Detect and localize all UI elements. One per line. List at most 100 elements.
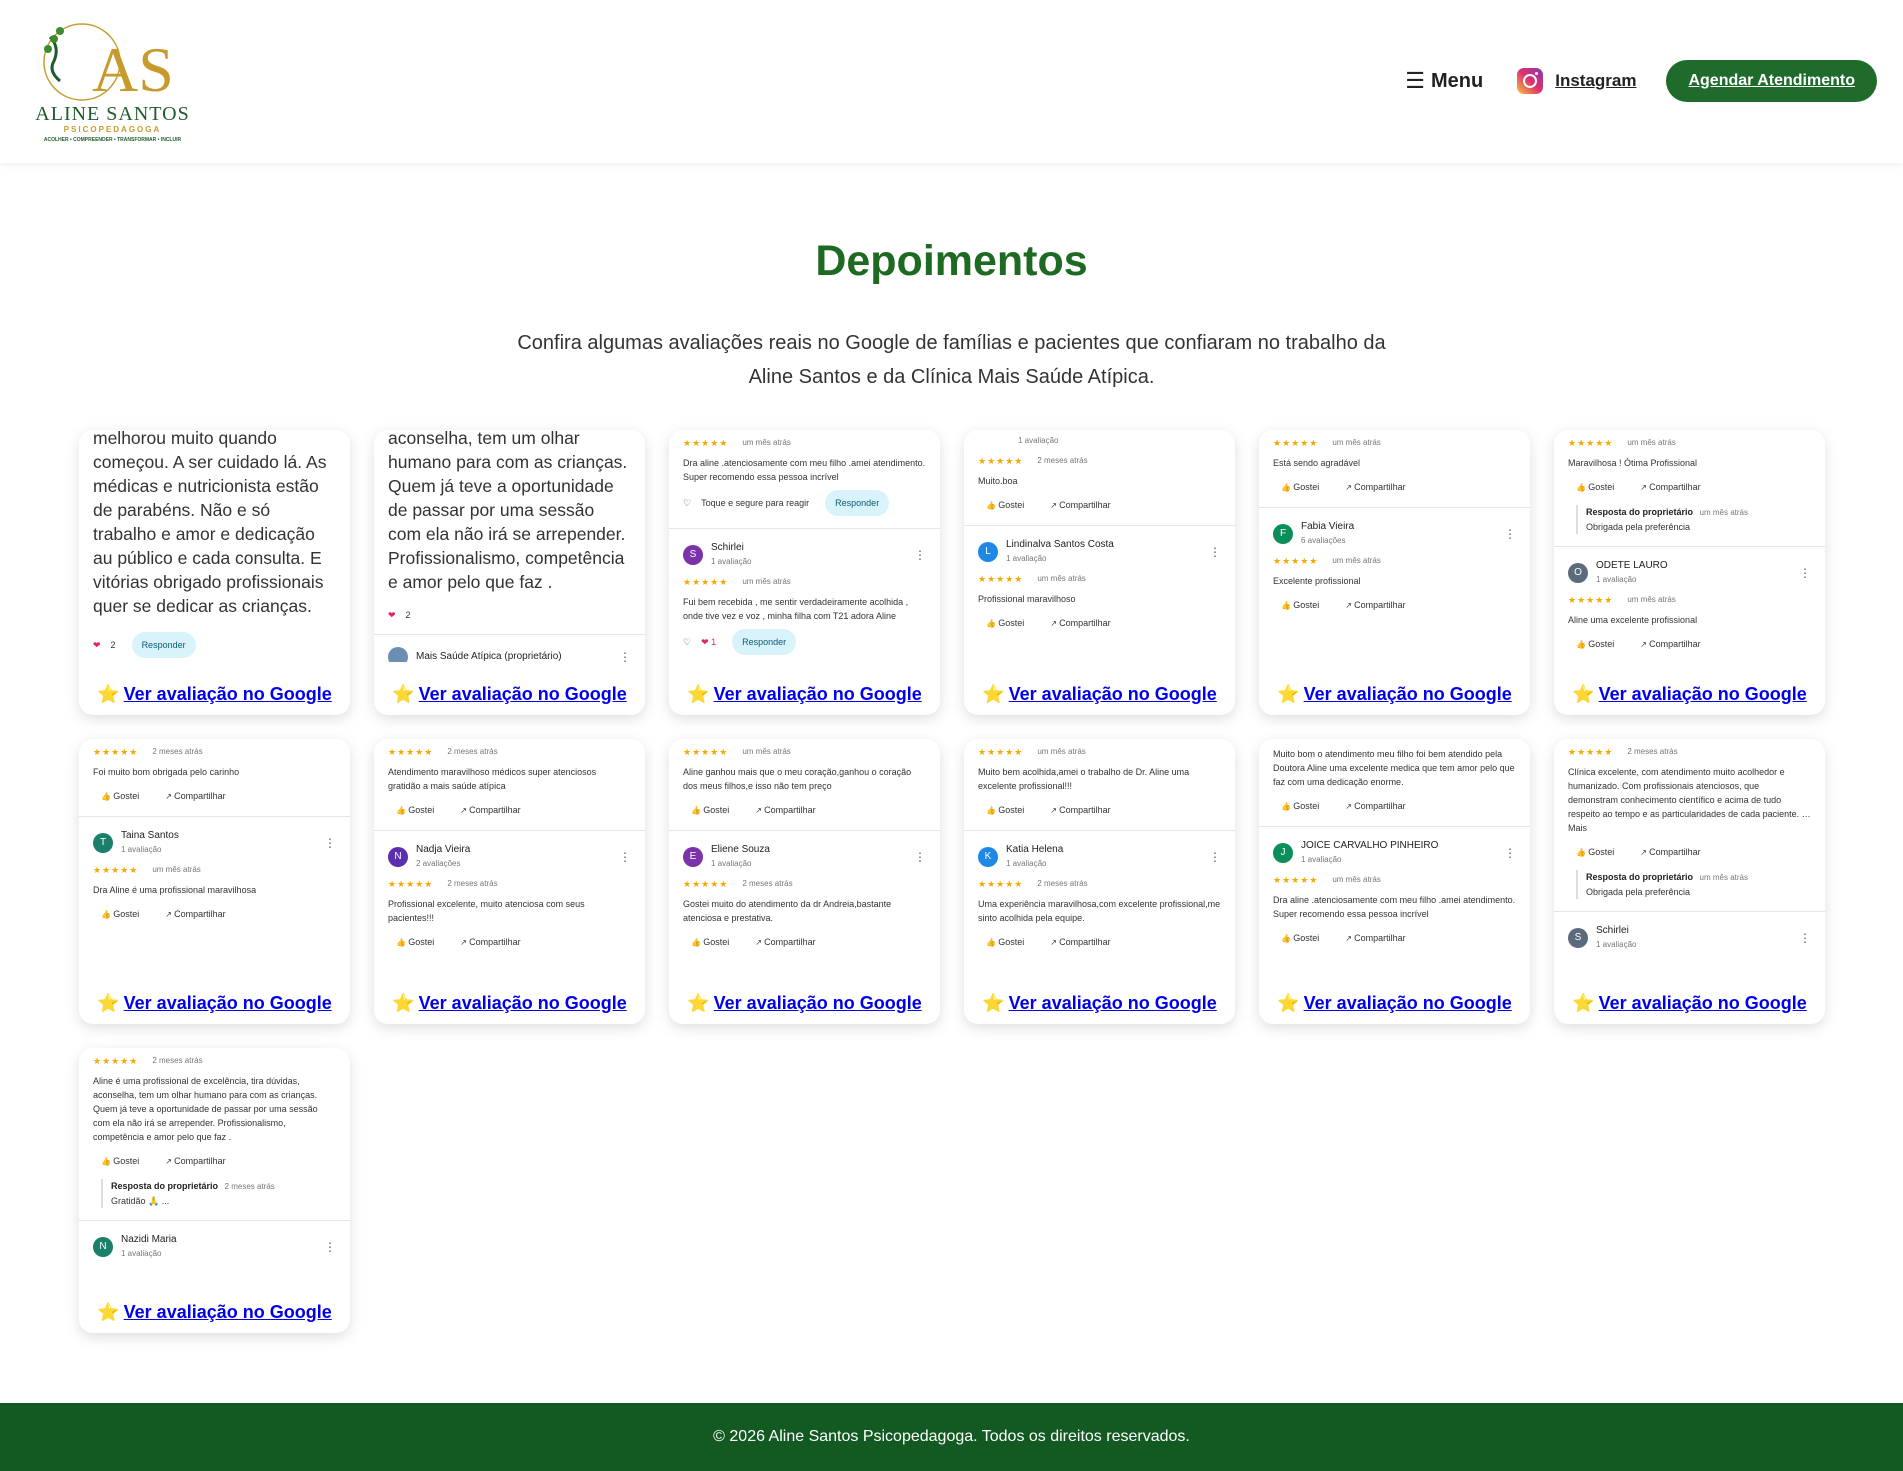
review-actions: Gostei Compartilhar — [101, 907, 328, 922]
more-icon[interactable]: ⋮ — [1799, 931, 1811, 945]
more-icon[interactable]: ⋮ — [1799, 566, 1811, 580]
more-icon[interactable]: ⋮ — [324, 1240, 336, 1254]
reviewer-row: S Schirlei 1 avaliação ⋮ — [683, 541, 926, 569]
review-card: melhorou muito quando começou. A ser cui… — [79, 430, 350, 715]
site-header: AS ALINE SANTOS PSICOPEDAGOGA ACOLHER • … — [0, 0, 1903, 163]
more-icon[interactable]: ⋮ — [914, 850, 926, 864]
share-button[interactable]: Compartilhar — [755, 803, 816, 818]
rating-stars: ★★★★★ — [978, 747, 1024, 757]
like-button[interactable]: Gostei — [986, 498, 1024, 513]
avatar: F — [1273, 524, 1293, 544]
instagram-label[interactable]: Instagram — [1555, 71, 1636, 91]
heart-icon[interactable]: ♡ — [683, 496, 691, 510]
like-button[interactable]: Gostei — [986, 616, 1024, 631]
google-review-link[interactable]: ⭐ Ver avaliação no Google — [669, 684, 940, 705]
like-button[interactable]: Gostei — [1281, 598, 1319, 613]
share-button[interactable]: Compartilhar — [1345, 598, 1406, 613]
review-text: Atendimento maravilhoso médicos super at… — [388, 767, 597, 791]
google-review-link[interactable]: ⭐ Ver avaliação no Google — [374, 684, 645, 705]
more-icon[interactable]: ⋮ — [914, 548, 926, 562]
review-actions: Gostei Compartilhar — [1576, 637, 1803, 652]
more-icon[interactable]: ⋮ — [1504, 527, 1516, 541]
review-actions: Gostei Compartilhar — [101, 789, 328, 804]
review-card: ★★★★★ um mês atrás Dra aline .atenciosamen… — [669, 430, 940, 715]
share-button[interactable]: Compartilhar — [1050, 616, 1111, 631]
share-button[interactable]: Compartilhar — [460, 935, 521, 950]
like-button[interactable]: Gostei — [986, 803, 1024, 818]
review-actions: Gostei Compartilhar — [1281, 480, 1508, 495]
google-review-link[interactable]: ⭐ Ver avaliação no Google — [964, 993, 1235, 1014]
like-button[interactable]: Gostei — [101, 1154, 139, 1169]
share-button[interactable]: Compartilhar — [1640, 637, 1701, 652]
star-icon: ⭐ — [982, 993, 1005, 1013]
brand-name: ALINE SANTOS — [35, 102, 190, 125]
avatar — [388, 647, 408, 662]
schedule-button[interactable]: Agendar Atendimento — [1666, 60, 1877, 102]
google-review-link[interactable]: ⭐ Ver avaliação no Google — [374, 993, 645, 1014]
share-button[interactable]: Compartilhar — [165, 789, 226, 804]
like-button[interactable]: Gostei — [101, 789, 139, 804]
brand-logo[interactable]: AS ALINE SANTOS PSICOPEDAGOGA ACOLHER • … — [30, 17, 195, 147]
more-icon[interactable]: ⋮ — [324, 836, 336, 850]
avatar: O — [1568, 563, 1588, 583]
rating-stars: ★★★★★ — [683, 438, 729, 448]
star-icon: ⭐ — [97, 993, 120, 1013]
like-button[interactable]: Gostei — [1281, 931, 1319, 946]
rating-stars: ★★★★★ — [1273, 556, 1319, 566]
like-button[interactable]: Gostei — [1576, 845, 1614, 860]
more-icon[interactable]: ⋮ — [1504, 846, 1516, 860]
share-button[interactable]: Compartilhar — [1640, 845, 1701, 860]
review-text: Gostei muito do atendimento da dr Andrei… — [683, 899, 892, 923]
reply-button[interactable]: Responder — [732, 629, 797, 655]
google-review-link[interactable]: ⭐ Ver avaliação no Google — [1259, 993, 1530, 1014]
share-button[interactable]: Compartilhar — [1640, 480, 1701, 495]
share-button[interactable]: Compartilhar — [1050, 935, 1111, 950]
share-button[interactable]: Compartilhar — [755, 935, 816, 950]
review-card: ★★★★★ um mês atrás Muito bem acolhida,amei… — [964, 739, 1235, 1024]
like-button[interactable]: Gostei — [691, 803, 729, 818]
star-icon: ⭐ — [1572, 684, 1595, 704]
share-button[interactable]: Compartilhar — [1050, 803, 1111, 818]
share-button[interactable]: Compartilhar — [165, 1154, 226, 1169]
like-button[interactable]: Gostei — [396, 803, 434, 818]
like-button[interactable]: Gostei — [1281, 480, 1319, 495]
share-button[interactable]: Compartilhar — [1050, 498, 1111, 513]
menu-button[interactable]: ☰ Menu — [1405, 68, 1483, 94]
rating-stars: ★★★★★ — [388, 747, 434, 757]
google-review-link[interactable]: ⭐ Ver avaliação no Google — [1554, 684, 1825, 705]
instagram-link[interactable]: Instagram — [1517, 68, 1636, 94]
share-button[interactable]: Compartilhar — [460, 803, 521, 818]
google-review-link[interactable]: ⭐ Ver avaliação no Google — [1554, 993, 1825, 1014]
like-button[interactable]: Gostei — [396, 935, 434, 950]
google-review-link[interactable]: ⭐ Ver avaliação no Google — [79, 1302, 350, 1323]
review-text: melhorou muito quando começou. A ser cui… — [93, 430, 327, 616]
share-button[interactable]: Compartilhar — [1345, 480, 1406, 495]
more-icon[interactable]: ⋮ — [619, 650, 631, 662]
more-icon[interactable]: ⋮ — [619, 850, 631, 864]
review-screenshot: ★★★★★ um mês atrás Dra aline .atenciosamen… — [669, 430, 940, 662]
share-button[interactable]: Compartilhar — [1345, 799, 1406, 814]
share-button[interactable]: Compartilhar — [165, 907, 226, 922]
like-button[interactable]: Gostei — [1281, 799, 1319, 814]
like-button[interactable]: Gostei — [691, 935, 729, 950]
google-review-link[interactable]: ⭐ Ver avaliação no Google — [79, 993, 350, 1014]
review-reactions: ❤ 2 — [388, 610, 411, 620]
review-actions: Gostei Compartilhar — [1281, 799, 1508, 814]
google-review-link[interactable]: ⭐ Ver avaliação no Google — [669, 993, 940, 1014]
avatar: N — [388, 847, 408, 867]
share-button[interactable]: Compartilhar — [1345, 931, 1406, 946]
google-review-link[interactable]: ⭐ Ver avaliação no Google — [1259, 684, 1530, 705]
reply-button[interactable]: Responder — [825, 490, 890, 516]
reply-button[interactable]: Responder — [131, 632, 196, 658]
review-reactions: ❤ 2 Responder — [93, 632, 336, 658]
review-text: aconselha, tem um olhar humano para com … — [388, 430, 628, 592]
more-icon[interactable]: ⋮ — [1209, 850, 1221, 864]
like-button[interactable]: Gostei — [101, 907, 139, 922]
like-button[interactable]: Gostei — [1576, 637, 1614, 652]
more-icon[interactable]: ⋮ — [1209, 545, 1221, 559]
like-button[interactable]: Gostei — [986, 935, 1024, 950]
like-button[interactable]: Gostei — [1576, 480, 1614, 495]
heart-icon[interactable]: ♡ — [683, 635, 691, 649]
google-review-link[interactable]: ⭐ Ver avaliação no Google — [964, 684, 1235, 705]
google-review-link[interactable]: ⭐ Ver avaliação no Google — [79, 684, 350, 705]
